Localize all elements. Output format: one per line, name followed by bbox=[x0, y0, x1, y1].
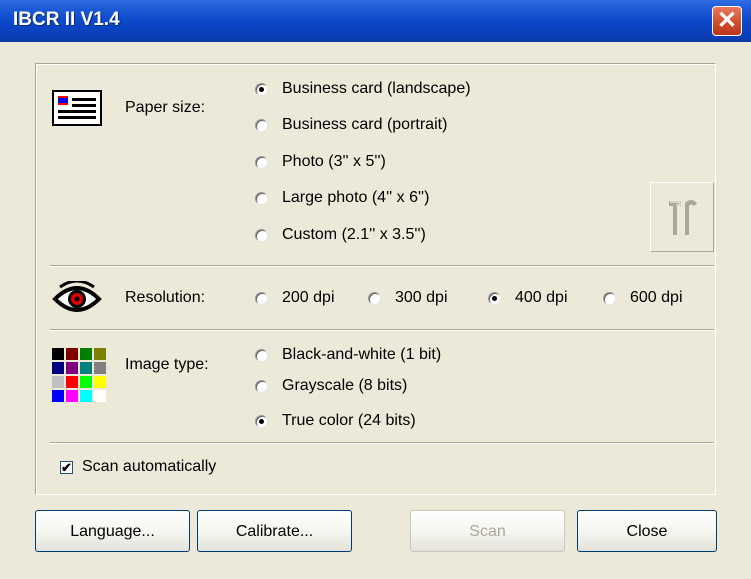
palette-swatch bbox=[52, 362, 64, 374]
title-bar: IBCR II V1.4 ✕ bbox=[0, 0, 751, 42]
palette-swatch bbox=[66, 348, 78, 360]
option-label: 300 dpi bbox=[395, 289, 448, 306]
palette-swatch bbox=[80, 348, 92, 360]
resolution-label: Resolution: bbox=[125, 289, 206, 306]
palette-swatch bbox=[52, 376, 64, 388]
radio-indicator bbox=[255, 82, 268, 96]
radio-indicator bbox=[255, 155, 268, 169]
option-label: 200 dpi bbox=[282, 289, 335, 306]
palette-swatch bbox=[80, 362, 92, 374]
paper-option-business-landscape[interactable]: Business card (landscape) bbox=[255, 80, 471, 98]
palette-swatch bbox=[94, 376, 106, 388]
separator bbox=[50, 329, 714, 331]
radio-indicator bbox=[255, 379, 268, 393]
scan-button[interactable]: Scan bbox=[410, 510, 565, 552]
color-palette-icon bbox=[52, 348, 108, 404]
scan-automatically-checkbox[interactable]: ✔ Scan automatically bbox=[60, 458, 216, 476]
business-card-icon bbox=[52, 90, 102, 126]
radio-indicator bbox=[255, 414, 268, 428]
checkbox-indicator: ✔ bbox=[60, 459, 73, 475]
palette-swatch bbox=[94, 362, 106, 374]
radio-indicator bbox=[255, 348, 268, 362]
palette-swatch bbox=[52, 348, 64, 360]
palette-swatch bbox=[80, 390, 92, 402]
radio-indicator bbox=[368, 291, 381, 305]
radio-indicator bbox=[255, 228, 268, 242]
resolution-option-300[interactable]: 300 dpi bbox=[368, 289, 448, 307]
checkmark-icon: ✔ bbox=[61, 459, 72, 475]
option-label: True color (24 bits) bbox=[282, 412, 416, 429]
image-option-grayscale[interactable]: Grayscale (8 bits) bbox=[255, 377, 407, 395]
language-button[interactable]: Language... bbox=[35, 510, 190, 552]
separator bbox=[50, 442, 714, 444]
tools-icon bbox=[669, 200, 697, 235]
palette-swatch bbox=[52, 390, 64, 402]
custom-size-tool-button[interactable] bbox=[650, 182, 714, 252]
radio-indicator bbox=[488, 291, 501, 305]
palette-swatch bbox=[66, 376, 78, 388]
option-label: Large photo (4'' x 6'') bbox=[282, 189, 430, 206]
paper-option-custom[interactable]: Custom (2.1'' x 3.5'') bbox=[255, 226, 426, 244]
option-label: Black-and-white (1 bit) bbox=[282, 346, 442, 363]
option-label: Business card (portrait) bbox=[282, 116, 448, 133]
option-label: Grayscale (8 bits) bbox=[282, 377, 408, 394]
resolution-option-200[interactable]: 200 dpi bbox=[255, 289, 335, 307]
radio-indicator bbox=[255, 118, 268, 132]
resolution-option-600[interactable]: 600 dpi bbox=[603, 289, 683, 307]
option-label: Custom (2.1'' x 3.5'') bbox=[282, 226, 426, 243]
option-label: Business card (landscape) bbox=[282, 80, 471, 97]
palette-swatch bbox=[94, 390, 106, 402]
palette-swatch bbox=[66, 362, 78, 374]
palette-swatch bbox=[80, 376, 92, 388]
radio-indicator bbox=[603, 291, 616, 305]
separator bbox=[50, 265, 714, 267]
scan-automatically-label: Scan automatically bbox=[82, 458, 217, 475]
paper-option-photo[interactable]: Photo (3'' x 5'') bbox=[255, 153, 386, 171]
close-icon: ✕ bbox=[716, 7, 738, 34]
paper-option-large-photo[interactable]: Large photo (4'' x 6'') bbox=[255, 189, 429, 207]
image-type-label: Image type: bbox=[125, 356, 209, 373]
option-label: 400 dpi bbox=[515, 289, 568, 306]
radio-indicator bbox=[255, 291, 268, 305]
paper-size-label: Paper size: bbox=[125, 99, 206, 116]
paper-option-business-portrait[interactable]: Business card (portrait) bbox=[255, 116, 447, 134]
resolution-option-400[interactable]: 400 dpi bbox=[488, 289, 568, 307]
window-close-button[interactable]: ✕ bbox=[712, 6, 742, 36]
eye-icon bbox=[52, 281, 102, 312]
option-label: 600 dpi bbox=[630, 289, 683, 306]
image-option-black-white[interactable]: Black-and-white (1 bit) bbox=[255, 346, 441, 364]
close-button[interactable]: Close bbox=[577, 510, 717, 552]
option-label: Photo (3'' x 5'') bbox=[282, 153, 386, 170]
window-title: IBCR II V1.4 bbox=[13, 9, 120, 30]
image-option-true-color[interactable]: True color (24 bits) bbox=[255, 412, 416, 430]
radio-indicator bbox=[255, 191, 268, 205]
calibrate-button[interactable]: Calibrate... bbox=[197, 510, 352, 552]
palette-swatch bbox=[94, 348, 106, 360]
palette-swatch bbox=[66, 390, 78, 402]
